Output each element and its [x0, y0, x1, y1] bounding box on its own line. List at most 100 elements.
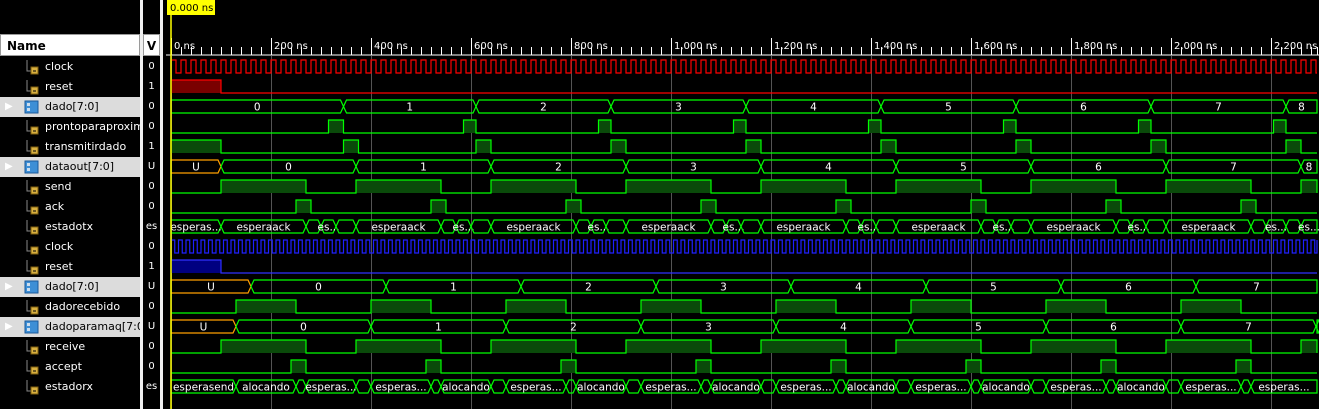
bus-segment-value: esperas... — [1258, 382, 1309, 394]
bus-segment-value: 4 — [810, 102, 817, 114]
bus-segment-value: 2 — [540, 102, 547, 114]
signal-name: estadorx — [45, 380, 94, 393]
bit-signal-icon — [24, 179, 40, 195]
bit-high-fill — [1236, 360, 1251, 373]
signal-row[interactable]: ▶ dado[7:0] — [0, 277, 140, 297]
bit-high-fill — [1031, 180, 1116, 193]
bit-high-fill — [598, 120, 611, 133]
bus-segment-value: 7 — [1215, 102, 1222, 114]
bit-high-fill — [371, 300, 431, 313]
time-ruler[interactable]: 0 ns 200 ns 400 ns 600 ns 800 ns 1,000 ns 1,20… — [166, 38, 1319, 56]
bus-segment-value: 1 — [450, 282, 457, 294]
ruler-tick-label: 2,200 ns — [1274, 41, 1317, 52]
signal-name: reset — [45, 80, 73, 93]
bit-high-fill — [911, 300, 971, 313]
bus-signal-icon — [24, 279, 40, 295]
bus-segment-value: esperaack — [1046, 222, 1101, 234]
signal-row[interactable]: ▶ dado[7:0] — [0, 97, 140, 117]
signal-row[interactable]: estadorx — [0, 377, 140, 397]
trace-bus: esperasend alocando esperas... esperas... al… — [170, 379, 1318, 394]
wave-splitter[interactable] — [160, 0, 163, 409]
signal-value: 1 — [148, 141, 155, 152]
bit-high-fill — [971, 200, 986, 213]
reset-wave — [171, 79, 1317, 94]
signal-row[interactable]: accept — [0, 357, 140, 377]
expand-arrow-icon[interactable]: ▶ — [5, 321, 13, 332]
trace-bit — [171, 299, 1317, 314]
signal-row[interactable]: send — [0, 177, 140, 197]
bit-high-fill — [626, 180, 711, 193]
reset-high-fill — [171, 80, 221, 93]
signal-row[interactable]: ▶ dataout[7:0] — [0, 157, 140, 177]
bus-segment-value: esperas... — [305, 382, 356, 394]
signal-name: dado[7:0] — [45, 100, 99, 113]
signal-row[interactable]: estadotx — [0, 217, 140, 237]
bit-high-fill — [356, 180, 441, 193]
bit-high-fill — [328, 120, 344, 133]
ruler-tick-label: 1,800 ns — [1074, 41, 1117, 52]
bit-high-fill — [476, 140, 491, 153]
bus-segment-value: esperaack — [776, 222, 831, 234]
bit-wave — [171, 199, 1317, 214]
bus-segment-value: 4 — [855, 282, 862, 294]
bit-high-fill — [566, 200, 581, 213]
bit-high-fill — [291, 360, 306, 373]
bus-segment-value: 0 — [254, 102, 261, 114]
cursor-time-label: 0.000 ns — [170, 3, 213, 14]
bit-signal-icon — [24, 359, 40, 375]
waveform-canvas[interactable]: 0 ns 200 ns 400 ns 600 ns 800 ns 1,000 ns 1,20… — [166, 0, 1319, 409]
bus-segment — [700, 379, 712, 394]
signal-row[interactable]: clock — [0, 237, 140, 257]
signal-row[interactable]: clock — [0, 57, 140, 77]
signal-row[interactable]: ▶ dadoparamaq[7:0] — [0, 317, 148, 337]
bus-segment-value: 7 — [1253, 282, 1260, 294]
bus-segment-value: 2 — [585, 282, 592, 294]
bit-signal-icon — [24, 139, 40, 155]
bus-segment-value: esperaack — [236, 222, 291, 234]
bus-segment-value: 1 — [435, 322, 442, 334]
bit-wave — [171, 299, 1317, 314]
bit-high-fill — [746, 140, 761, 153]
bus-segment-value: alocando — [847, 382, 895, 394]
bit-signal-icon — [24, 59, 40, 75]
expand-arrow-icon[interactable]: ▶ — [5, 161, 13, 172]
bus-segment — [1030, 379, 1047, 394]
signal-row[interactable]: dadorecebido — [0, 297, 140, 317]
expand-arrow-icon[interactable]: ▶ — [5, 101, 13, 112]
signal-name: estadotx — [45, 220, 94, 233]
bit-signal-icon — [24, 79, 40, 95]
signal-row[interactable]: transmitirdado — [0, 137, 140, 157]
expand-arrow-icon[interactable]: ▶ — [5, 281, 13, 292]
signal-name: transmitirdado — [45, 140, 127, 153]
bit-high-fill — [611, 140, 626, 153]
bit-high-fill — [733, 120, 746, 133]
bit-signal-icon — [24, 239, 40, 255]
bus-segment-value: 5 — [975, 322, 982, 334]
signal-row[interactable]: ack — [0, 197, 140, 217]
signal-name: dado[7:0] — [45, 280, 99, 293]
bus-segment — [1240, 379, 1252, 394]
bit-high-fill — [463, 120, 476, 133]
signal-row[interactable]: receive — [0, 337, 140, 357]
bus-segment — [1165, 379, 1182, 394]
value-column-header[interactable]: V — [143, 34, 160, 56]
bit-signal-icon — [24, 379, 40, 395]
signal-row[interactable]: prontoparaproxim — [0, 117, 144, 137]
bit-high-fill — [761, 340, 846, 353]
name-column-header[interactable]: Name — [0, 34, 140, 56]
signal-row[interactable]: reset — [0, 257, 140, 277]
bus-segment-value: 1 — [420, 162, 427, 174]
bit-wave — [171, 339, 1318, 354]
signal-value: U — [147, 161, 156, 172]
bus-segment-value: alocando — [577, 382, 625, 394]
ruler-tick-label: 1,000 ns — [674, 41, 717, 52]
bit-high-fill — [836, 200, 851, 213]
signal-name: reset — [45, 260, 73, 273]
bit-high-fill — [236, 300, 296, 313]
signal-value: 0 — [148, 241, 155, 252]
ruler-tick-label: 200 ns — [274, 41, 308, 52]
signal-name: prontoparaproxim — [45, 120, 144, 133]
bus-signal-icon — [24, 99, 40, 115]
signal-value: 1 — [148, 81, 155, 92]
signal-row[interactable]: reset — [0, 77, 140, 97]
